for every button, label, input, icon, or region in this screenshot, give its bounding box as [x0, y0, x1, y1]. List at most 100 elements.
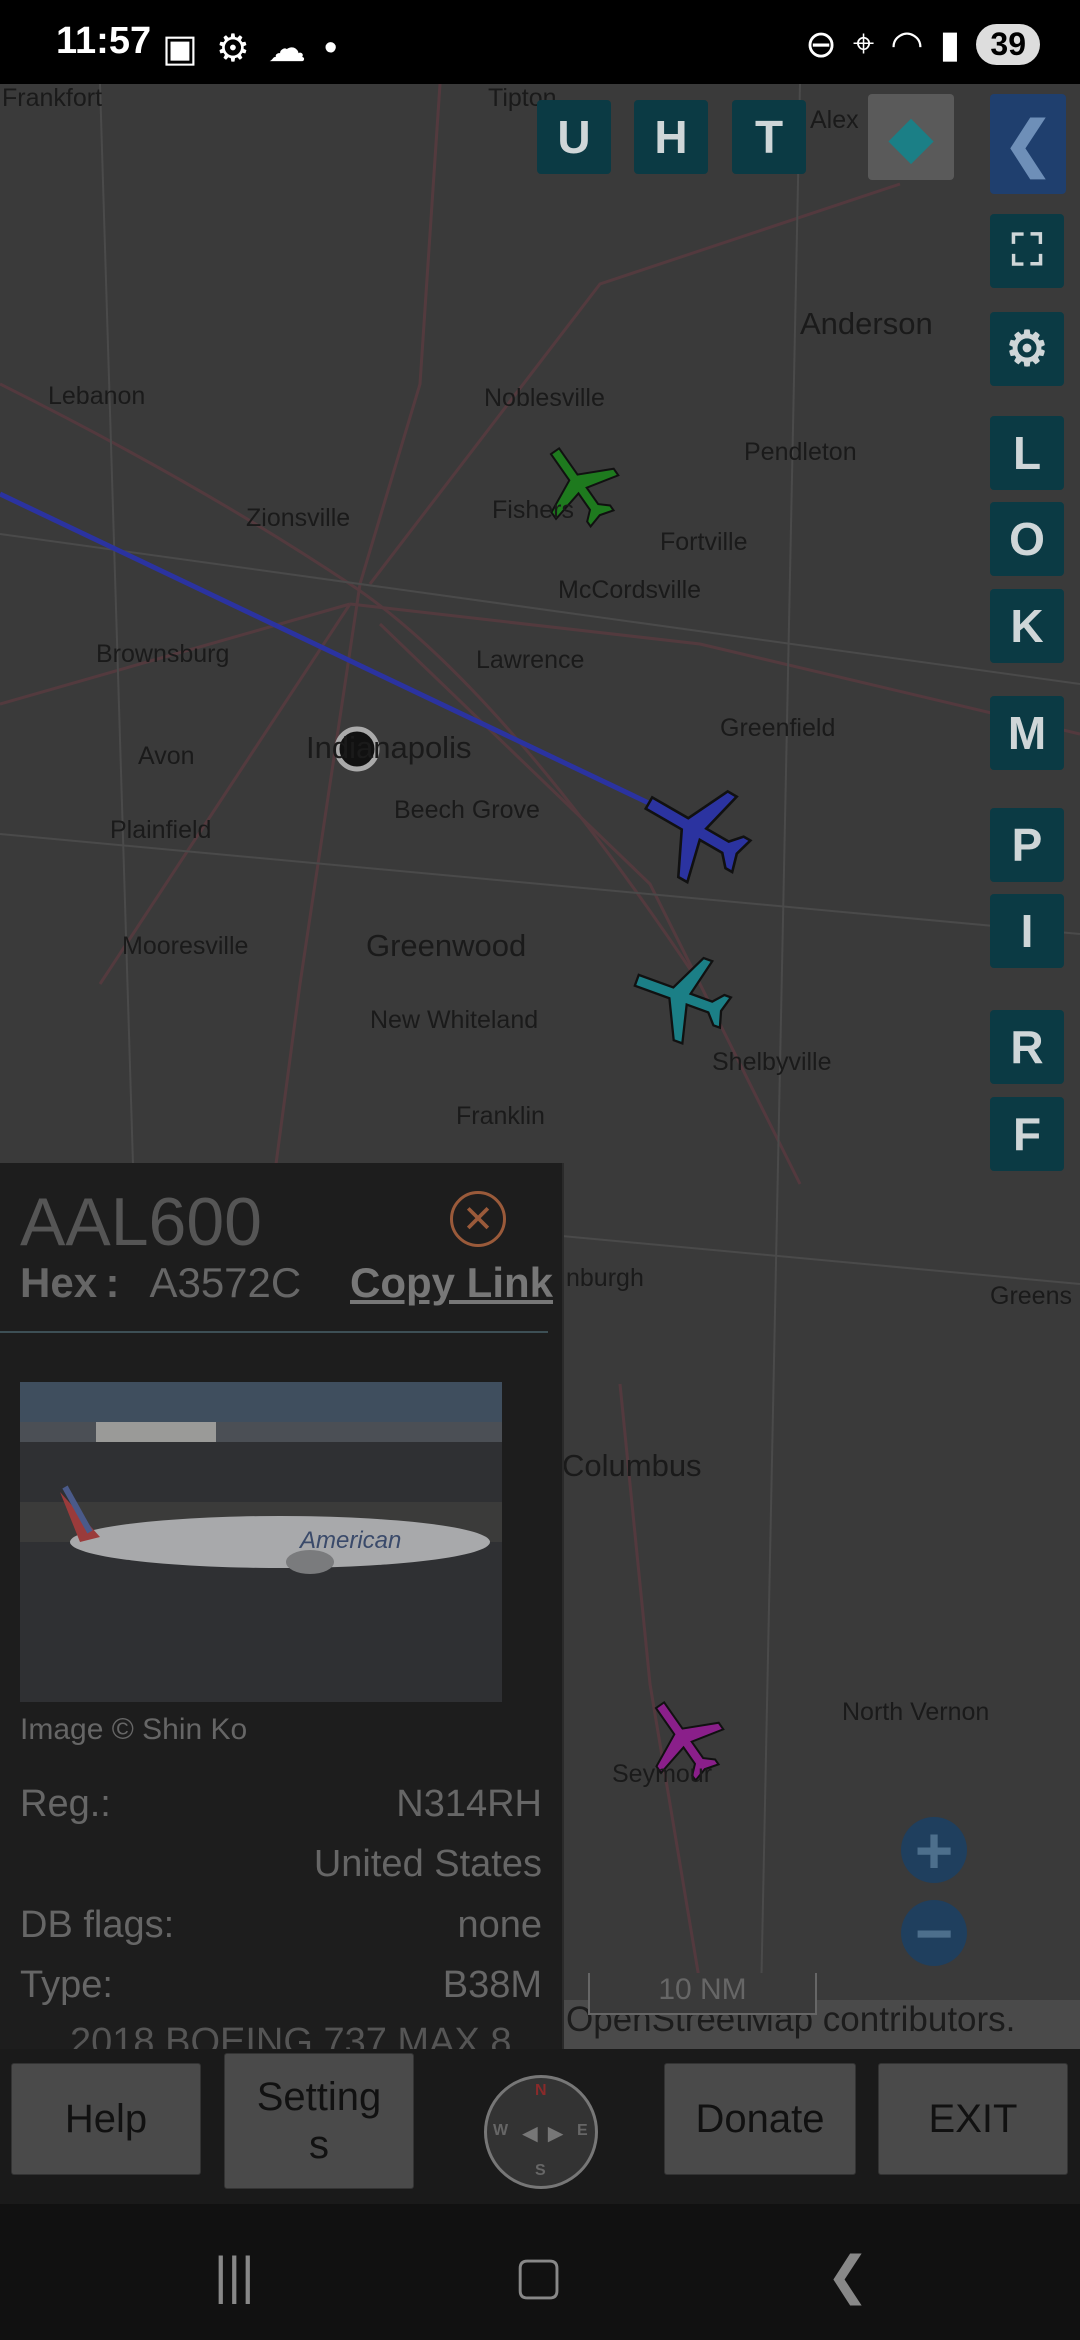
clock: 11:57 [56, 20, 152, 62]
photo-credit: Image © Shin Ko [20, 1713, 248, 1746]
place-label: Greenwood [366, 928, 527, 963]
place-label: Lebanon [48, 382, 146, 410]
place-label: Brownsburg [96, 640, 230, 668]
back-icon[interactable]: ❮ [826, 2246, 870, 2306]
home-icon[interactable]: ▢ [514, 2246, 563, 2306]
reg-value: N314RH [396, 1783, 542, 1825]
location-icon: ⌖ [852, 23, 875, 65]
do-not-disturb-icon: ⊖ [805, 24, 837, 66]
place-label: Avon [138, 742, 195, 770]
place-label: Lawrence [476, 646, 585, 674]
zoom-in-button[interactable]: + [901, 1813, 967, 1887]
chevron-left-icon: ❮ [1002, 110, 1054, 177]
place-label: New Whiteland [370, 1006, 539, 1034]
place-label: Greens [990, 1282, 1072, 1310]
fullscreen-icon: ⛶ [1011, 226, 1043, 275]
photo-livery-text: American [298, 1527, 401, 1554]
gear-icon: ⚙ [1005, 323, 1049, 376]
screenshot-icon: ▣ [162, 28, 198, 70]
place-label: Zionsville [246, 504, 351, 532]
place-label: North Vernon [842, 1698, 990, 1726]
place-label: Pendleton [744, 438, 857, 466]
filter-button-h[interactable]: H [634, 100, 708, 174]
aircraft-photo-image: American [20, 1382, 502, 1702]
settings-label: Setting s [257, 2073, 382, 2169]
callsign: AAL600 [20, 1184, 262, 1260]
collapse-panel-button[interactable]: ❮ [990, 94, 1066, 194]
divider [0, 1331, 548, 1333]
type-value: B38M [442, 1964, 542, 2006]
exit-button[interactable]: EXIT [878, 2063, 1068, 2175]
close-panel-button[interactable]: ✕ [450, 1191, 506, 1247]
aircraft-info-panel: AAL600 ✕ Hex : A3572C Copy Link American … [0, 1163, 564, 2049]
signal-icon: ▮ [939, 24, 961, 66]
close-icon: ✕ [462, 1198, 494, 1241]
side-button-p[interactable]: P [990, 808, 1064, 882]
place-label: Seymour [612, 1760, 713, 1788]
aircraft-photo[interactable]: American [20, 1382, 502, 1702]
compass-e: E [577, 2122, 588, 2139]
status-bar: 11:57 ▣ ⚙ ☁ • ⊖ ⌖ ◠ ▮ 39 [0, 0, 1080, 84]
settings-label-line2: s [309, 2123, 329, 2167]
scale-bar: 10 NM [588, 1973, 817, 2015]
place-label: Greenfield [720, 714, 836, 742]
compass-s: S [535, 2162, 546, 2179]
side-button-m[interactable]: M [990, 696, 1064, 770]
filter-button-t[interactable]: T [732, 100, 806, 174]
side-button-l[interactable]: L [990, 416, 1064, 490]
place-label: Columbus [562, 1448, 702, 1483]
place-label: McCordsville [558, 576, 702, 604]
filter-button-u[interactable]: U [537, 100, 611, 174]
copy-link[interactable]: Copy Link [350, 1259, 553, 1307]
donate-button[interactable]: Donate [664, 2063, 856, 2175]
minus-icon: − [914, 1896, 954, 1970]
place-label: Mooresville [122, 932, 249, 960]
hex-row: Hex : A3572C [20, 1259, 301, 1307]
plus-icon: + [914, 1813, 954, 1887]
hex-value: A3572C [149, 1259, 302, 1306]
recent-apps-icon[interactable]: ||| [214, 2246, 255, 2306]
cloud-icon: ☁ [267, 28, 306, 70]
zoom-out-button[interactable]: − [901, 1896, 967, 1970]
side-button-i[interactable]: I [990, 894, 1064, 968]
place-label: Franklin [456, 1102, 545, 1130]
aircraft-description: 2018 BOEING 737 MAX 8 [70, 2021, 512, 2049]
hex-label: Hex : [20, 1259, 120, 1306]
settings-button[interactable]: Setting s [224, 2053, 414, 2189]
compass-needle-icon: ◄► [517, 2118, 569, 2148]
fullscreen-button[interactable]: ⛶ [990, 214, 1064, 288]
place-label: Frankfort [2, 84, 103, 112]
map-settings-button[interactable]: ⚙ [990, 312, 1064, 386]
dot-icon: • [323, 27, 338, 69]
side-button-k[interactable]: K [990, 589, 1064, 663]
place-label: Shelbyville [712, 1048, 832, 1076]
wifi-icon: ◠ [890, 24, 924, 66]
settings-label-line1: Setting [256, 2075, 382, 2119]
place-label: Noblesville [484, 384, 605, 412]
reg-label: Reg.: [20, 1783, 111, 1825]
place-label: nburgh [566, 1264, 644, 1292]
place-label: Anderson [800, 306, 933, 341]
place-label: Fortville [660, 528, 748, 556]
place-label: Beech Grove [394, 796, 540, 824]
place-label: Indianapolis [306, 730, 472, 765]
help-button[interactable]: Help [11, 2063, 201, 2175]
bottom-toolbar: Help Setting s N S E W ◄► Donate EXIT [0, 2049, 1080, 2204]
type-label: Type: [20, 1964, 113, 2006]
settings-gear-icon: ⚙ [215, 28, 250, 70]
place-label: Alex [810, 106, 859, 134]
country-value: United States [313, 1843, 542, 1885]
place-label: Plainfield [110, 816, 212, 844]
side-button-f[interactable]: F [990, 1097, 1064, 1171]
db-flags-value: none [457, 1904, 542, 1946]
compass-w: W [493, 2122, 509, 2139]
layers-button[interactable]: ◆ [868, 94, 954, 180]
battery-indicator: 39 [976, 24, 1040, 65]
side-button-o[interactable]: O [990, 502, 1064, 576]
db-flags-label: DB flags: [20, 1904, 175, 1946]
compass-button[interactable]: N S E W ◄► [484, 2075, 598, 2189]
side-button-r[interactable]: R [990, 1010, 1064, 1084]
system-nav-bar: ||| ▢ ❮ [0, 2204, 1080, 2340]
compass-n: N [535, 2082, 547, 2099]
layers-icon: ◆ [889, 105, 933, 168]
